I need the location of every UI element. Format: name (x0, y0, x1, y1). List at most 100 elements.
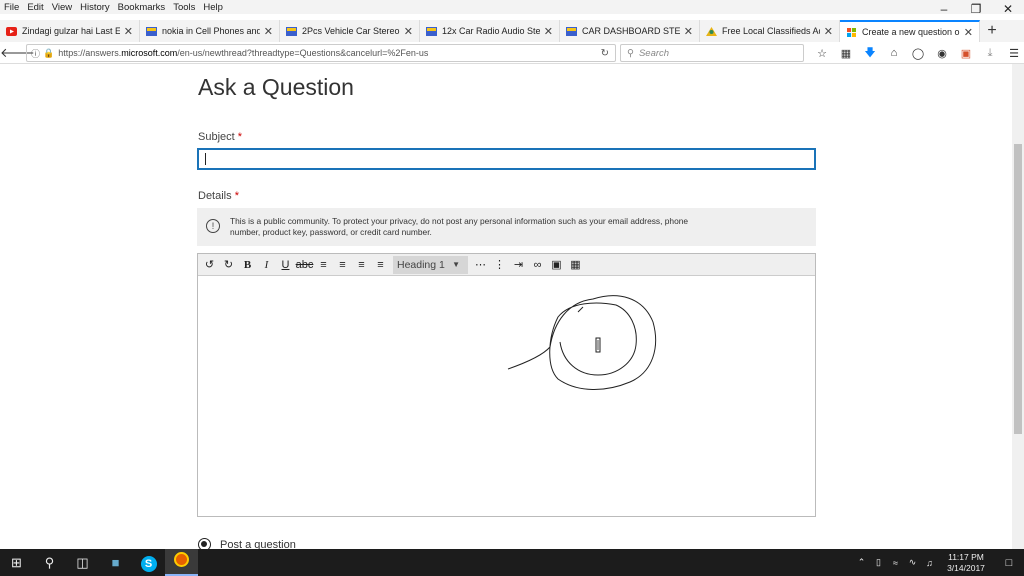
navigation-bar: 🡐 ⓘ 🔒 https://answers. microsoft.com/en-u… (0, 42, 1024, 64)
menu-bar: File Edit View History Bookmarks Tools H… (0, 0, 1024, 14)
close-tab-icon[interactable]: ✕ (264, 25, 273, 38)
battery-icon[interactable]: ▯ (870, 557, 887, 568)
underline-icon[interactable]: U (276, 256, 295, 274)
italic-icon[interactable]: I (257, 256, 276, 274)
menu-hamburger-icon[interactable]: ☰ (1002, 47, 1024, 60)
shop-icon (566, 26, 577, 36)
home-icon[interactable]: ⌂ (882, 47, 906, 59)
scrollbar-thumb[interactable] (1014, 144, 1022, 434)
close-tab-icon[interactable]: ✕ (824, 25, 833, 38)
pocket-icon[interactable]: ◯ (906, 47, 930, 60)
url-prefix: https://answers. (58, 48, 122, 58)
close-tab-icon[interactable]: ✕ (964, 26, 973, 39)
library-icon[interactable]: ▦ (834, 47, 858, 60)
firefox-icon[interactable] (165, 549, 198, 576)
menu-history[interactable]: History (76, 2, 114, 13)
close-tab-icon[interactable]: ✕ (124, 25, 133, 38)
tab-title: Zindagi gulzar hai Last Ep... (22, 26, 120, 36)
strikethrough-icon[interactable]: abc (295, 256, 314, 274)
shop-icon (426, 26, 437, 36)
search-placeholder: Search (638, 47, 670, 59)
table-icon[interactable]: ▦ (566, 256, 585, 274)
url-path: /en-us/newthread?threadtype=Questions&ca… (177, 48, 429, 58)
close-tab-icon[interactable]: ✕ (544, 25, 553, 38)
tab-youtube[interactable]: Zindagi gulzar hai Last Ep... ✕ (0, 20, 140, 42)
search-icon: ⚲ (627, 47, 634, 59)
info-icon[interactable]: ⓘ (31, 47, 40, 60)
window-controls: – ❐ ✕ (928, 0, 1024, 20)
new-tab-icon[interactable]: + (980, 20, 1004, 42)
page-content: Ask a Question Subject * Details * ! Thi… (0, 64, 1012, 549)
indent-icon[interactable]: ⇥ (509, 256, 528, 274)
redo-icon[interactable]: ↻ (219, 256, 238, 274)
menu-help[interactable]: Help (199, 2, 227, 13)
tab-classifieds[interactable]: Free Local Classifieds Ads ... ✕ (700, 20, 840, 42)
clock[interactable]: 11:17 PM 3/14/2017 (938, 552, 994, 574)
vertical-scrollbar[interactable] (1012, 64, 1024, 549)
skype-icon[interactable]: S (132, 549, 165, 576)
extension-icon[interactable]: ◉ (930, 47, 954, 60)
post-question-radio[interactable]: Post a question (198, 538, 296, 549)
heading-select[interactable]: Heading 1 ▼ (393, 255, 468, 274)
image-icon[interactable]: ▣ (547, 256, 566, 274)
minimize-icon[interactable]: – (928, 0, 960, 20)
download-icon[interactable]: 🡇 (858, 44, 882, 63)
tab-title: CAR DASHBOARD STERE... (582, 26, 680, 36)
reload-icon[interactable]: ↻ (601, 48, 609, 59)
wifi-icon[interactable]: ∿ (904, 557, 921, 568)
details-label: Details * (198, 190, 239, 202)
menu-view[interactable]: View (48, 2, 76, 13)
tab-microsoft-answers[interactable]: Create a new question or ... ✕ (840, 20, 980, 42)
clock-date: 3/14/2017 (947, 562, 985, 573)
tab-title: Create a new question or ... (862, 27, 960, 37)
align-left-icon[interactable]: ≡ (314, 256, 333, 274)
align-center-icon[interactable]: ≡ (333, 256, 352, 274)
task-view-icon[interactable]: ◫ (66, 549, 99, 576)
text-caret (205, 153, 206, 165)
toolbar-icons: ☆ ▦ 🡇 ⌂ ◯ ◉ ▣ ⤓ ☰ (810, 44, 1024, 62)
close-tab-icon[interactable]: ✕ (404, 25, 413, 38)
undo-icon[interactable]: ↺ (200, 256, 219, 274)
tab-ebay-nokia[interactable]: nokia in Cell Phones and S... ✕ (140, 20, 280, 42)
app-icon[interactable]: ■ (99, 549, 132, 576)
volume-icon[interactable]: ♫ (921, 558, 938, 568)
menu-edit[interactable]: Edit (23, 2, 47, 13)
menu-bookmarks[interactable]: Bookmarks (114, 2, 170, 13)
tab-strip: Zindagi gulzar hai Last Ep... ✕ nokia in … (0, 20, 1024, 42)
tab-car-stereo[interactable]: 2Pcs Vehicle Car Stereo R... ✕ (280, 20, 420, 42)
restore-icon[interactable]: ❐ (960, 0, 992, 20)
close-window-icon[interactable]: ✕ (992, 0, 1024, 20)
details-editor[interactable]: ↺ ↻ B I U abc ≡ ≡ ≡ ≡ Heading 1 ▼ ⋯ ⋮ ⇥ ∞… (197, 253, 816, 517)
required-mark: * (234, 190, 239, 202)
menu-file[interactable]: File (0, 2, 23, 13)
tab-title: 12x Car Radio Audio Stere... (442, 26, 540, 36)
youtube-icon (6, 26, 17, 36)
url-bar[interactable]: ⓘ 🔒 https://answers. microsoft.com/en-us/… (26, 44, 616, 62)
back-arrow-icon[interactable]: 🡐 (0, 45, 35, 61)
close-tab-icon[interactable]: ✕ (684, 25, 693, 38)
bold-icon[interactable]: B (238, 256, 257, 274)
bullet-list-icon[interactable]: ⋯ (471, 256, 490, 274)
tab-car-radio[interactable]: 12x Car Radio Audio Stere... ✕ (420, 20, 560, 42)
link-icon[interactable]: ∞ (528, 256, 547, 274)
numbered-list-icon[interactable]: ⋮ (490, 256, 509, 274)
windows-start-icon[interactable]: ⊞ (0, 549, 33, 576)
downloads-arrow-icon[interactable]: ⤓ (978, 47, 1002, 60)
notifications-icon[interactable]: □ (994, 557, 1024, 569)
bookmark-star-icon[interactable]: ☆ (810, 47, 834, 60)
search-input[interactable]: ⚲ Search (620, 44, 804, 62)
search-icon[interactable]: ⚲ (33, 549, 66, 576)
justify-icon[interactable]: ≡ (371, 256, 390, 274)
tab-car-dashboard[interactable]: CAR DASHBOARD STERE... ✕ (560, 20, 700, 42)
subject-input[interactable] (197, 148, 816, 170)
network-icon[interactable]: ≈ (887, 558, 904, 568)
align-right-icon[interactable]: ≡ (352, 256, 371, 274)
screenshot-icon[interactable]: ▣ (954, 47, 978, 60)
microsoft-icon (847, 27, 856, 37)
heading-select-value: Heading 1 (397, 258, 445, 271)
lock-icon: 🔒 (43, 47, 55, 58)
subject-label-text: Subject (198, 131, 235, 143)
menu-tools[interactable]: Tools (169, 2, 199, 13)
tab-title: 2Pcs Vehicle Car Stereo R... (302, 26, 400, 36)
chevron-up-icon[interactable]: ⌃ (853, 557, 870, 568)
